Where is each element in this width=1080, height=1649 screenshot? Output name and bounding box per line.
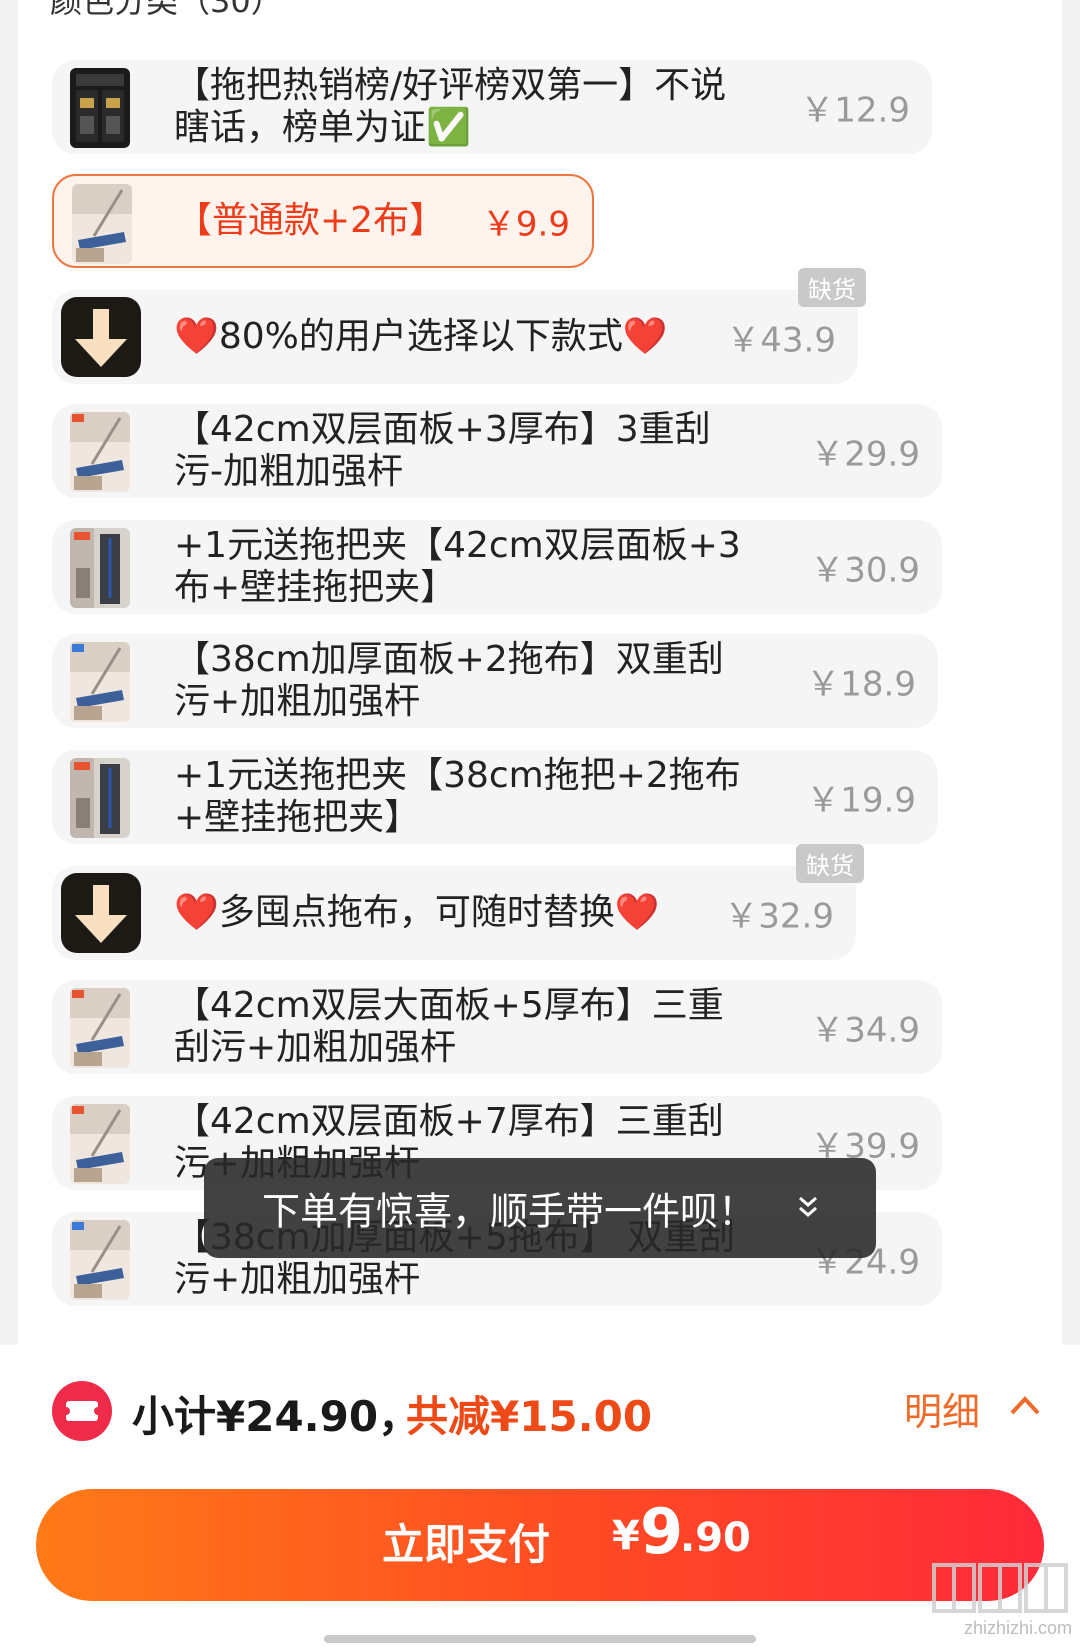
option-price: ￥19.9 bbox=[806, 780, 916, 821]
out-of-stock-badge: 缺货 bbox=[796, 844, 864, 883]
option-price: ￥43.9 bbox=[726, 320, 836, 361]
sku-option-rank[interactable]: 【拖把热销榜/好评榜双第一】不说 瞎话，榜单为证✅ ￥12.9 bbox=[52, 60, 932, 154]
sku-option-38cm-clip[interactable]: +1元送拖把夹【38cm拖把+2拖布 +壁挂拖把夹】 ￥19.9 bbox=[52, 750, 938, 844]
mop-photo-icon bbox=[70, 1104, 130, 1184]
sku-option-42cm-3cloth[interactable]: 【42cm双层面板+3厚布】3重刮 污-加粗加强杆 ￥29.9 bbox=[52, 404, 942, 498]
subtotal-text: 小计¥24.90， bbox=[132, 1392, 421, 1441]
discount-text: 共减¥15.00 bbox=[406, 1392, 653, 1441]
watermark-text: zhizhizhi.com bbox=[963, 1618, 1072, 1638]
sku-option-42cm-clip[interactable]: +1元送拖把夹【42cm双层面板+3 布+壁挂拖把夹】 ￥30.9 bbox=[52, 520, 942, 614]
sku-option-38cm-2cloth[interactable]: 【38cm加厚面板+2拖布】双重刮 污+加粗加强杆 ￥18.9 bbox=[52, 634, 938, 728]
product-thumbnail bbox=[70, 988, 130, 1068]
product-thumbnail bbox=[70, 758, 130, 838]
mop-photo-icon bbox=[72, 184, 132, 264]
product-thumbnail bbox=[70, 1220, 130, 1300]
promo-toast[interactable]: 下单有惊喜，顺手带一件呗！ bbox=[204, 1158, 876, 1258]
option-price: ￥9.9 bbox=[481, 204, 570, 245]
option-label: 【42cm双层大面板+5厚布】三重 刮污+加粗加强杆 bbox=[174, 985, 724, 1068]
home-indicator[interactable] bbox=[324, 1635, 756, 1643]
option-label: ❤️80%的用户选择以下款式❤️ bbox=[174, 316, 668, 357]
down-arrow-thumbnail bbox=[61, 297, 141, 377]
option-price: ￥30.9 bbox=[810, 550, 920, 591]
option-label: ❤️多囤点拖布，可随时替换❤️ bbox=[174, 892, 660, 933]
sheet-title: 颜色分类（30） bbox=[50, 0, 283, 20]
out-of-stock-badge: 缺货 bbox=[798, 268, 866, 307]
down-arrow-thumbnail bbox=[61, 873, 141, 953]
sku-option-popular-header[interactable]: ❤️80%的用户选择以下款式❤️ ￥43.9 缺货 bbox=[52, 268, 866, 384]
option-label: 【拖把热销榜/好评榜双第一】不说 瞎话，榜单为证✅ bbox=[174, 65, 727, 148]
option-label: 【42cm双层面板+3厚布】3重刮 污-加粗加强杆 bbox=[174, 409, 711, 492]
mop-photo-icon bbox=[70, 1220, 130, 1300]
sku-option-basic[interactable]: 【普通款+2布】 ￥9.9 bbox=[52, 174, 594, 268]
option-price: ￥12.9 bbox=[800, 90, 910, 131]
wall-mop-photo-icon bbox=[70, 528, 130, 608]
product-thumbnail bbox=[70, 68, 130, 148]
option-label: 【38cm加厚面板+2拖布】双重刮 污+加粗加强杆 bbox=[174, 639, 724, 722]
product-thumbnail bbox=[72, 184, 132, 264]
option-price: ￥32.9 bbox=[724, 896, 834, 937]
product-thumbnail bbox=[70, 642, 130, 722]
sku-option-42cm-5cloth[interactable]: 【42cm双层大面板+5厚布】三重 刮污+加粗加强杆 ￥34.9 bbox=[52, 980, 942, 1074]
product-thumbnail bbox=[70, 1104, 130, 1184]
sku-option-cloth-header[interactable]: ❤️多囤点拖布，可随时替换❤️ ￥32.9 缺货 bbox=[52, 844, 864, 960]
down-arrow-icon bbox=[75, 885, 127, 943]
pay-label: 立即支付 bbox=[382, 1520, 551, 1569]
detail-label: 明细 bbox=[904, 1390, 981, 1434]
sku-selection-sheet: 颜色分类（30） 【拖把热销榜/好评榜双第一】不说 瞎话，榜单为证✅ ￥12.9 bbox=[18, 0, 1062, 1345]
pay-currency: ¥ bbox=[612, 1513, 640, 1559]
mop-photo-icon bbox=[70, 412, 130, 492]
checkout-footer: 小计¥24.90， 共减¥15.00 明细 立即支付 ¥ 9 .90 bbox=[0, 1345, 1080, 1649]
pay-amount-decimal: .90 bbox=[680, 1515, 751, 1561]
double-chevron-down-icon[interactable] bbox=[794, 1192, 822, 1222]
wall-mop-photo-icon bbox=[70, 758, 130, 838]
detail-button[interactable]: 明细 bbox=[904, 1381, 1054, 1437]
option-label: +1元送拖把夹【42cm双层面板+3 布+壁挂拖把夹】 bbox=[174, 525, 741, 608]
option-price: ￥18.9 bbox=[806, 664, 916, 705]
coupon-icon bbox=[52, 1381, 112, 1441]
mop-photo-icon bbox=[70, 988, 130, 1068]
chevron-up-icon bbox=[1010, 1396, 1040, 1415]
option-price: ￥34.9 bbox=[810, 1010, 920, 1051]
product-thumbnail bbox=[70, 412, 130, 492]
pay-amount-integer: 9 bbox=[640, 1495, 684, 1568]
option-label: +1元送拖把夹【38cm拖把+2拖布 +壁挂拖把夹】 bbox=[174, 755, 741, 838]
down-arrow-icon bbox=[75, 309, 127, 367]
mop-photo-icon bbox=[70, 642, 130, 722]
pay-now-button[interactable]: 立即支付 ¥ 9 .90 bbox=[36, 1489, 1044, 1601]
toast-text: 下单有惊喜，顺手带一件呗！ bbox=[262, 1189, 757, 1234]
option-price: ￥29.9 bbox=[810, 434, 920, 475]
product-thumbnail bbox=[70, 528, 130, 608]
ranking-photo-icon bbox=[70, 68, 130, 148]
